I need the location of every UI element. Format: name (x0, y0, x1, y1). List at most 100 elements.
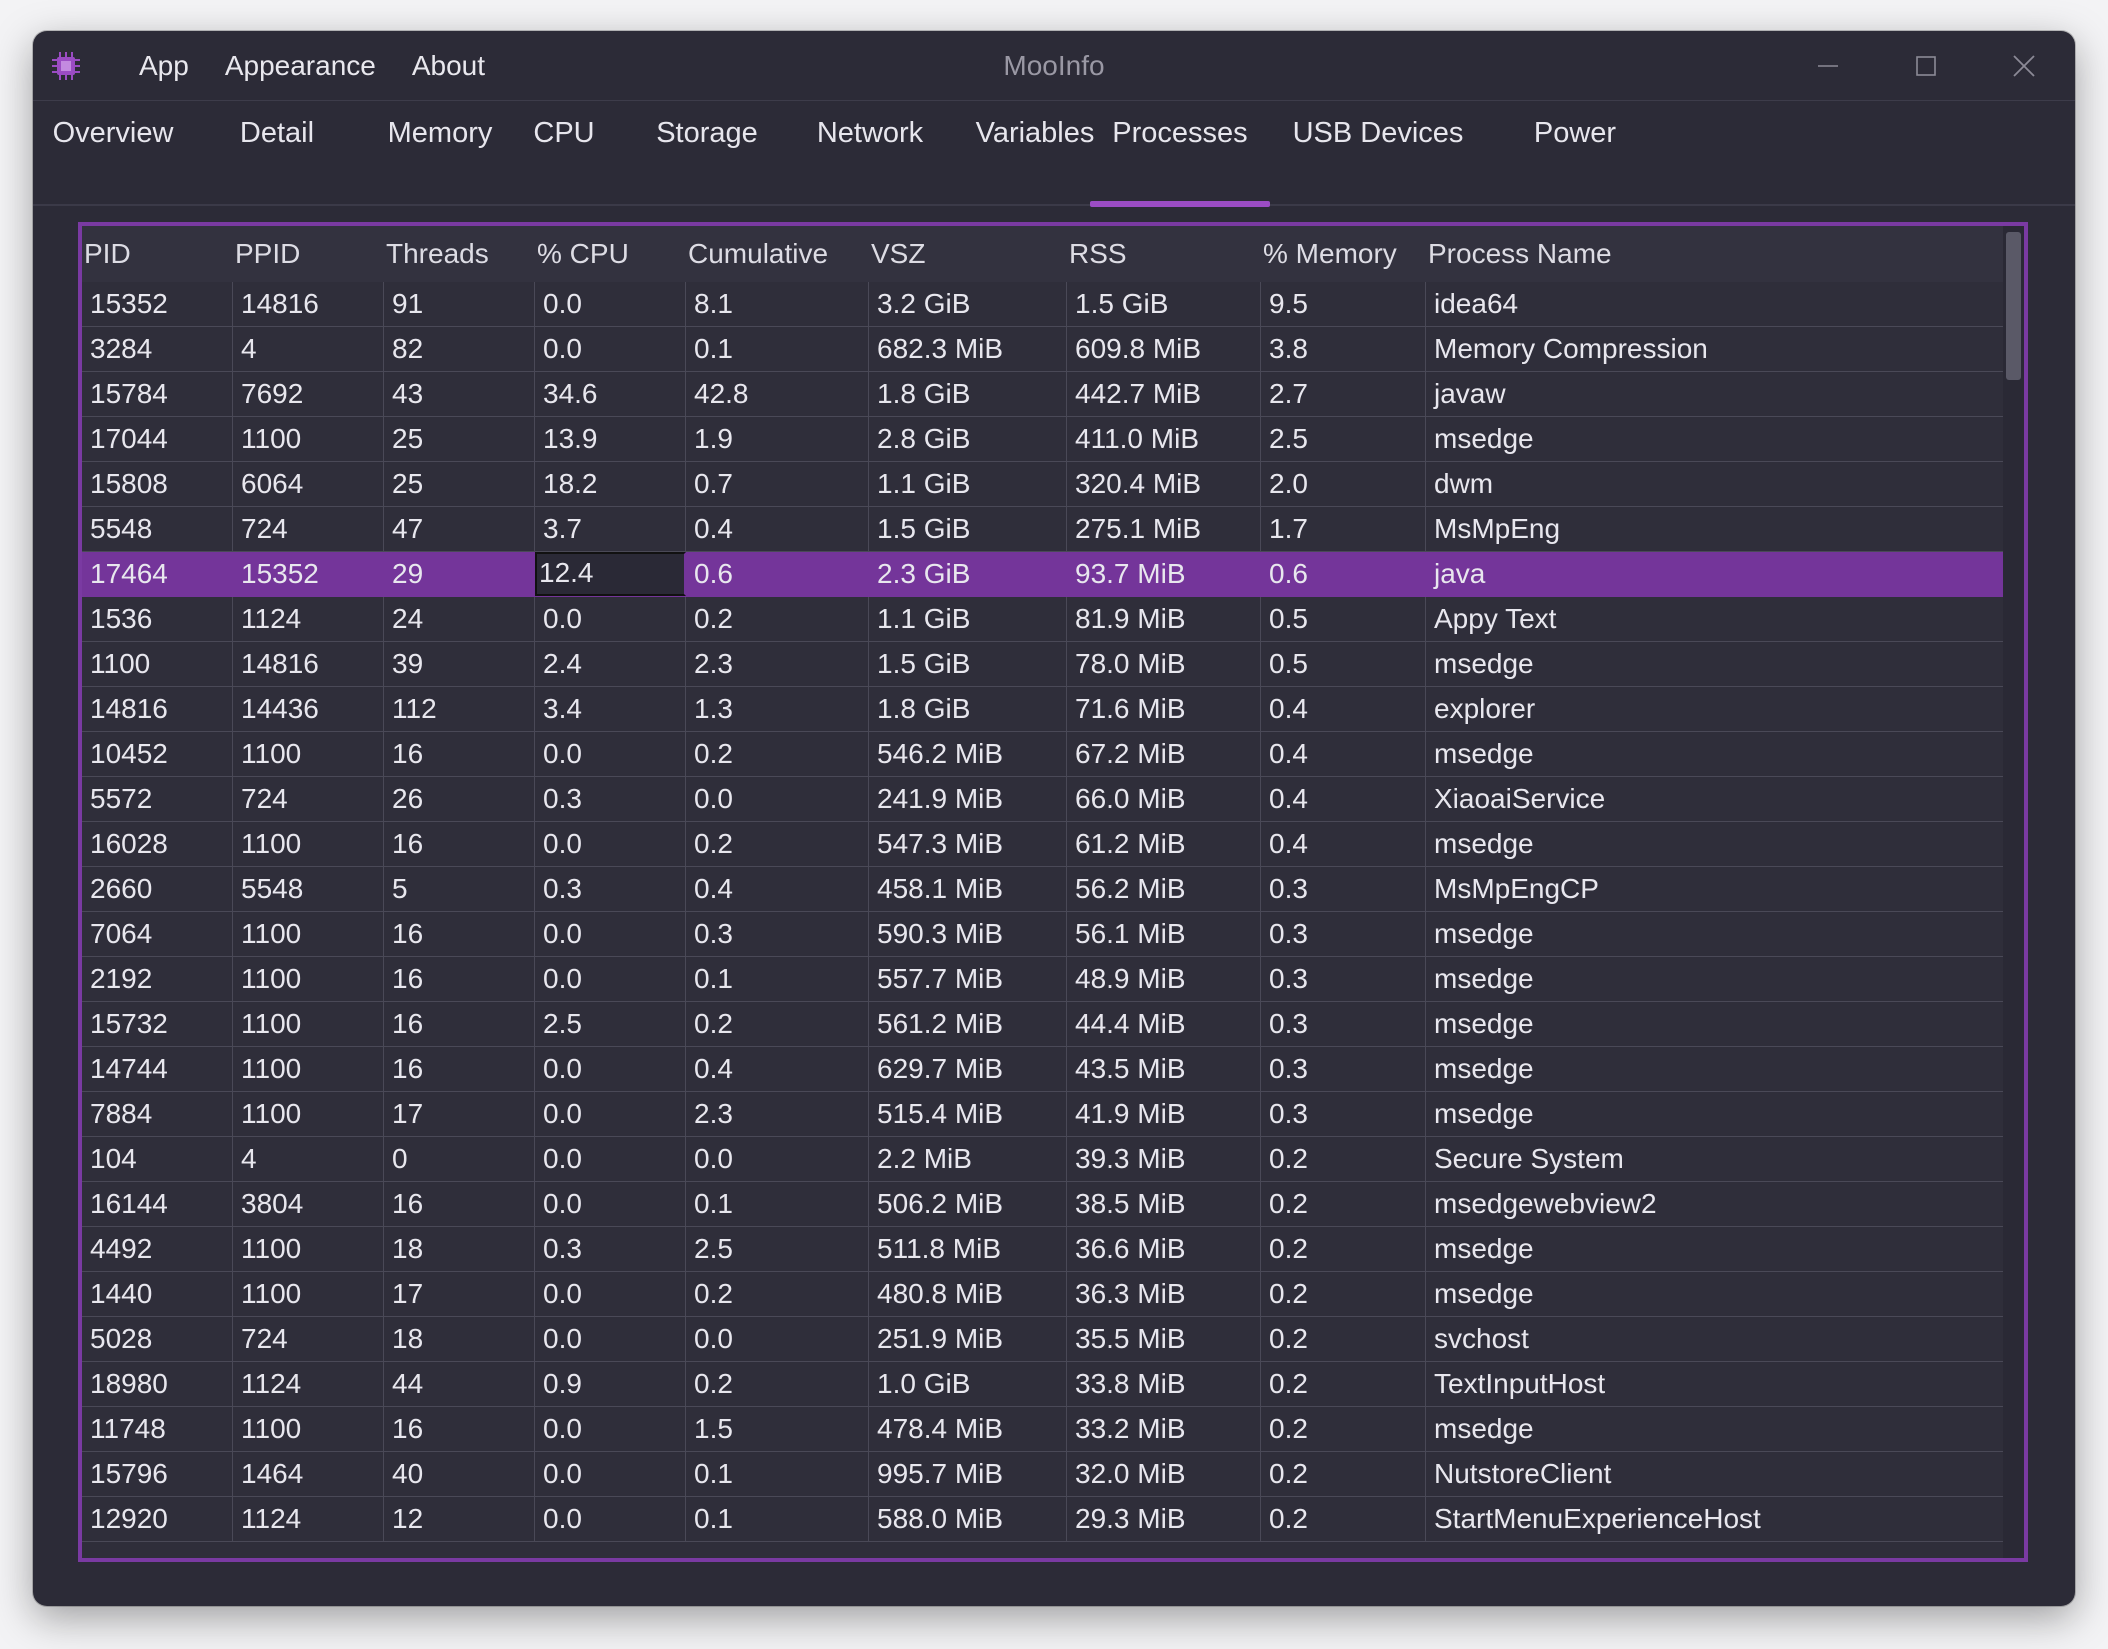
cell-ppid[interactable]: 14436 (233, 687, 384, 731)
cell-memory[interactable]: 0.2 (1261, 1407, 1426, 1451)
cell-pid[interactable]: 4492 (82, 1227, 233, 1271)
table-row[interactable]: 15352 14816 91 0.0 8.1 3.2 GiB 1.5 GiB 9.5 idea6… (82, 282, 2003, 327)
cell-rss[interactable]: 44.4 MiB (1067, 1002, 1261, 1046)
tab-storage[interactable]: Storage (626, 101, 788, 205)
cell-threads[interactable]: 29 (384, 552, 535, 596)
cell-threads[interactable]: 82 (384, 327, 535, 371)
cell-rss[interactable]: 61.2 MiB (1067, 822, 1261, 866)
cell-pid[interactable]: 15732 (82, 1002, 233, 1046)
table-row[interactable]: 17044 1100 25 13.9 1.9 2.8 GiB 411.0 MiB 2.5 mse… (82, 417, 2003, 462)
cell-process-name[interactable]: explorer (1426, 687, 2003, 731)
cell-process-name[interactable]: Appy Text (1426, 597, 2003, 641)
cell-pid[interactable]: 104 (82, 1137, 233, 1181)
cell-cpu[interactable]: 0.3 (535, 867, 686, 911)
tab-usb-devices[interactable]: USB Devices (1288, 101, 1468, 205)
cell-process-name[interactable]: XiaoaiService (1426, 777, 2003, 821)
tab-network[interactable]: Network (781, 101, 959, 205)
cell-rss[interactable]: 78.0 MiB (1067, 642, 1261, 686)
cell-ppid[interactable]: 14816 (233, 642, 384, 686)
cell-threads[interactable]: 44 (384, 1362, 535, 1406)
cell-cpu[interactable]: 0.0 (535, 282, 686, 326)
cell-cumulative[interactable]: 0.7 (686, 462, 869, 506)
cell-memory[interactable]: 0.6 (1261, 552, 1426, 596)
cell-cumulative[interactable]: 0.0 (686, 1137, 869, 1181)
cell-process-name[interactable]: msedge (1426, 822, 2003, 866)
cell-process-name[interactable]: MsMpEng (1426, 507, 2003, 551)
cell-process-name[interactable]: StartMenuExperienceHost (1426, 1497, 2003, 1541)
cell-rss[interactable]: 66.0 MiB (1067, 777, 1261, 821)
cell-memory[interactable]: 0.3 (1261, 912, 1426, 956)
cell-memory[interactable]: 0.2 (1261, 1182, 1426, 1226)
cell-ppid[interactable]: 7692 (233, 372, 384, 416)
cell-cumulative[interactable]: 0.6 (686, 552, 869, 596)
cell-cumulative[interactable]: 42.8 (686, 372, 869, 416)
cell-process-name[interactable]: java (1426, 552, 2003, 596)
cell-process-name[interactable]: msedge (1426, 957, 2003, 1001)
cell-vsz[interactable]: 682.3 MiB (869, 327, 1067, 371)
cell-vsz[interactable]: 2.8 GiB (869, 417, 1067, 461)
cell-process-name[interactable]: dwm (1426, 462, 2003, 506)
table-row[interactable]: 15808 6064 25 18.2 0.7 1.1 GiB 320.4 MiB 2.0 dwm (82, 462, 2003, 507)
cell-ppid[interactable]: 5548 (233, 867, 384, 911)
cell-threads[interactable]: 16 (384, 1047, 535, 1091)
cell-threads[interactable]: 16 (384, 732, 535, 776)
minimize-button[interactable] (1779, 31, 1877, 100)
cell-pid[interactable]: 5028 (82, 1317, 233, 1361)
cell-memory[interactable]: 0.2 (1261, 1362, 1426, 1406)
cell-pid[interactable]: 15784 (82, 372, 233, 416)
cell-memory[interactable]: 2.5 (1261, 417, 1426, 461)
cell-ppid[interactable]: 1124 (233, 1497, 384, 1541)
cell-ppid[interactable]: 1464 (233, 1452, 384, 1496)
cell-vsz[interactable]: 3.2 GiB (869, 282, 1067, 326)
cell-ppid[interactable]: 1100 (233, 957, 384, 1001)
cell-threads[interactable]: 26 (384, 777, 535, 821)
cell-cumulative[interactable]: 1.5 (686, 1407, 869, 1451)
cell-vsz[interactable]: 561.2 MiB (869, 1002, 1067, 1046)
cell-threads[interactable]: 18 (384, 1317, 535, 1361)
cell-rss[interactable]: 33.8 MiB (1067, 1362, 1261, 1406)
cell-pid[interactable]: 1440 (82, 1272, 233, 1316)
cell-threads[interactable]: 17 (384, 1272, 535, 1316)
cell-rss[interactable]: 41.9 MiB (1067, 1092, 1261, 1136)
cell-memory[interactable]: 0.4 (1261, 777, 1426, 821)
cell-memory[interactable]: 1.7 (1261, 507, 1426, 551)
cell-cumulative[interactable]: 8.1 (686, 282, 869, 326)
cell-vsz[interactable]: 547.3 MiB (869, 822, 1067, 866)
cell-ppid[interactable]: 1100 (233, 732, 384, 776)
cell-rss[interactable]: 43.5 MiB (1067, 1047, 1261, 1091)
process-table[interactable]: PID PPID Threads % CPU Cumulative VSZ RS… (78, 222, 2028, 1562)
column-header-rss[interactable]: RSS (1067, 226, 1127, 282)
cell-cpu[interactable]: 0.9 (535, 1362, 686, 1406)
cell-cpu[interactable]: 0.0 (535, 327, 686, 371)
table-row[interactable]: 7884 1100 17 0.0 2.3 515.4 MiB 41.9 MiB 0.3 msed… (82, 1092, 2003, 1137)
cell-rss[interactable]: 36.6 MiB (1067, 1227, 1261, 1271)
cell-rss[interactable]: 32.0 MiB (1067, 1452, 1261, 1496)
cell-vsz[interactable]: 515.4 MiB (869, 1092, 1067, 1136)
cell-threads[interactable]: 16 (384, 822, 535, 866)
table-row[interactable]: 16144 3804 16 0.0 0.1 506.2 MiB 38.5 MiB 0.2 mse… (82, 1182, 2003, 1227)
cell-rss[interactable]: 67.2 MiB (1067, 732, 1261, 776)
cell-vsz[interactable]: 511.8 MiB (869, 1227, 1067, 1271)
cell-rss[interactable]: 36.3 MiB (1067, 1272, 1261, 1316)
scrollbar-thumb[interactable] (2006, 232, 2021, 380)
cell-cumulative[interactable]: 0.2 (686, 597, 869, 641)
cell-cumulative[interactable]: 0.2 (686, 1272, 869, 1316)
cell-pid[interactable]: 14744 (82, 1047, 233, 1091)
cell-rss[interactable]: 71.6 MiB (1067, 687, 1261, 731)
table-row[interactable]: 16028 1100 16 0.0 0.2 547.3 MiB 61.2 MiB 0.4 mse… (82, 822, 2003, 867)
cell-pid[interactable]: 7064 (82, 912, 233, 956)
cell-memory[interactable]: 0.3 (1261, 957, 1426, 1001)
table-row[interactable]: 7064 1100 16 0.0 0.3 590.3 MiB 56.1 MiB 0.3 msed… (82, 912, 2003, 957)
cell-memory[interactable]: 0.3 (1261, 867, 1426, 911)
cell-process-name[interactable]: msedge (1426, 1272, 2003, 1316)
column-header-cumulative[interactable]: Cumulative (686, 226, 828, 282)
cell-cpu[interactable]: 0.0 (535, 912, 686, 956)
tab-cpu[interactable]: CPU (512, 101, 616, 205)
cell-cpu[interactable]: 18.2 (535, 462, 686, 506)
cell-rss[interactable]: 320.4 MiB (1067, 462, 1261, 506)
cell-cpu[interactable]: 0.0 (535, 1092, 686, 1136)
cell-cpu[interactable]: 13.9 (535, 417, 686, 461)
column-header-memory[interactable]: % Memory (1261, 226, 1397, 282)
column-header-threads[interactable]: Threads (384, 226, 489, 282)
cell-vsz[interactable]: 995.7 MiB (869, 1452, 1067, 1496)
